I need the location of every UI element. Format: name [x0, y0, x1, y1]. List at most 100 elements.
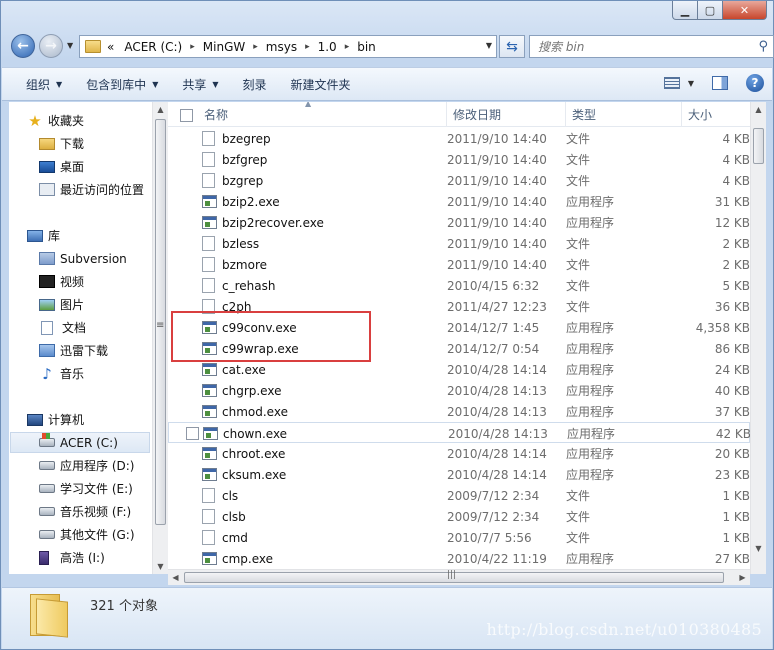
file-row[interactable]: bzegrep 2011/9/10 14:40 文件 4 KB: [168, 128, 750, 149]
file-scroll-thumb[interactable]: [753, 128, 764, 164]
view-options-dropdown[interactable]: ▼: [688, 79, 694, 88]
share-button[interactable]: 共享 ▼: [170, 68, 230, 100]
nav-drive-c[interactable]: ACER (C:): [10, 432, 150, 453]
nav-documents[interactable]: 文档: [39, 317, 86, 338]
select-all-checkbox[interactable]: [180, 109, 193, 122]
search-input[interactable]: [530, 36, 740, 57]
nav-drive-g[interactable]: 其他文件 (G:): [39, 524, 135, 545]
forward-button[interactable]: →: [39, 34, 63, 58]
nav-drive-f[interactable]: 音乐视频 (F:): [39, 501, 131, 522]
nav-label: 音乐: [60, 367, 85, 381]
file-scrollbar[interactable]: ▲ ▼: [750, 102, 766, 574]
nav-label: 高浩 (I:): [60, 551, 105, 565]
search-icon[interactable]: ⚲: [758, 39, 768, 54]
drive-icon: [39, 461, 55, 470]
file-row[interactable]: clsb 2009/7/12 2:34 文件 1 KB: [168, 506, 750, 527]
nav-recent-places[interactable]: 最近访问的位置: [39, 179, 144, 200]
row-checkbox[interactable]: [186, 427, 199, 440]
breadcrumb-mingw[interactable]: MinGW: [203, 40, 245, 54]
file-date-modified: 2010/4/28 14:13: [447, 383, 547, 398]
refresh-button[interactable]: ⇆: [499, 35, 525, 58]
file-name: bzip2recover.exe: [222, 215, 324, 230]
view-details-icon[interactable]: [663, 77, 680, 89]
horizontal-scroll-thumb[interactable]: |||: [184, 570, 724, 583]
nav-music[interactable]: ♪ 音乐: [39, 363, 84, 384]
organize-button[interactable]: 组织 ▼: [2, 68, 74, 100]
column-date-modified[interactable]: 修改日期: [447, 102, 566, 127]
breadcrumb-separator[interactable]: ▸: [190, 42, 195, 52]
burn-button[interactable]: 刻录: [231, 68, 279, 100]
breadcrumb-separator[interactable]: ▸: [305, 42, 310, 52]
file-row[interactable]: cmp.exe 2010/4/22 11:19 应用程序 27 KB: [168, 548, 750, 569]
breadcrumb-1-0[interactable]: 1.0: [318, 40, 337, 54]
nav-libraries[interactable]: 库: [27, 225, 60, 246]
file-size: 4 KB: [722, 152, 750, 167]
nav-favorites[interactable]: ★ 收藏夹: [27, 110, 84, 131]
maximize-button[interactable]: ▢: [698, 1, 723, 20]
file-row[interactable]: chown.exe 2010/4/28 14:13 应用程序 42 KB: [168, 422, 751, 443]
address-bar[interactable]: « ACER (C:) ▸ MinGW ▸ msys ▸ 1.0 ▸ bin ▼: [79, 35, 497, 58]
file-row[interactable]: bzip2recover.exe 2011/9/10 14:40 应用程序 12 KB: [168, 212, 750, 233]
file-row[interactable]: c2ph 2011/4/27 12:23 文件 36 KB: [168, 296, 750, 317]
pane-splitter[interactable]: ▲ ▼ ≡: [152, 102, 168, 574]
recent-pages-dropdown[interactable]: ▼: [67, 41, 73, 50]
splitter-grip[interactable]: ≡: [156, 320, 164, 331]
nav-subversion[interactable]: Subversion: [39, 248, 127, 269]
file-row[interactable]: chmod.exe 2010/4/28 14:13 应用程序 37 KB: [168, 401, 750, 422]
scroll-down-arrow[interactable]: ▼: [153, 559, 168, 574]
column-type[interactable]: 类型: [566, 102, 682, 127]
file-row[interactable]: c_rehash 2010/4/15 6:32 文件 5 KB: [168, 275, 750, 296]
nav-videos[interactable]: 视频: [39, 271, 84, 292]
file-row[interactable]: chroot.exe 2010/4/28 14:14 应用程序 20 KB: [168, 443, 750, 464]
file-row[interactable]: bzfgrep 2011/9/10 14:40 文件 4 KB: [168, 149, 750, 170]
nav-scrollbar[interactable]: ▲ ▼: [152, 102, 168, 574]
breadcrumb-bin[interactable]: bin: [357, 40, 376, 54]
file-row[interactable]: cksum.exe 2010/4/28 14:14 应用程序 23 KB: [168, 464, 750, 485]
scroll-up-arrow[interactable]: ▲: [751, 102, 766, 117]
folder-icon: [39, 137, 55, 150]
close-button[interactable]: ✕: [723, 1, 767, 20]
application-icon: [202, 384, 217, 397]
file-row[interactable]: cls 2009/7/12 2:34 文件 1 KB: [168, 485, 750, 506]
nav-drive-e[interactable]: 学习文件 (E:): [39, 478, 133, 499]
file-row[interactable]: c99wrap.exe 2014/12/7 0:54 应用程序 86 KB: [168, 338, 750, 359]
computer-icon: [27, 413, 43, 426]
file-row[interactable]: bzgrep 2011/9/10 14:40 文件 4 KB: [168, 170, 750, 191]
file-row[interactable]: cat.exe 2010/4/28 14:14 应用程序 24 KB: [168, 359, 750, 380]
scroll-left-arrow[interactable]: ◀: [168, 570, 183, 585]
file-row[interactable]: c99conv.exe 2014/12/7 1:45 应用程序 4,358 KB: [168, 317, 750, 338]
file-icon: [202, 278, 215, 293]
horizontal-scrollbar[interactable]: ◀ ||| ▶: [168, 569, 750, 585]
nav-pictures[interactable]: 图片: [39, 294, 84, 315]
address-dropdown[interactable]: ▼: [486, 41, 492, 50]
include-in-library-button[interactable]: 包含到库中 ▼: [74, 68, 170, 100]
preview-pane-icon[interactable]: [712, 76, 728, 90]
file-type: 应用程序: [566, 405, 615, 419]
back-button[interactable]: ←: [11, 34, 35, 58]
nav-desktop[interactable]: 桌面: [39, 156, 84, 177]
help-icon[interactable]: ?: [746, 74, 764, 92]
scroll-right-arrow[interactable]: ▶: [735, 570, 750, 585]
scroll-down-arrow[interactable]: ▼: [751, 541, 766, 556]
file-row[interactable]: chgrp.exe 2010/4/28 14:13 应用程序 40 KB: [168, 380, 750, 401]
breadcrumb-separator[interactable]: ▸: [253, 42, 258, 52]
music-note-icon: ♪: [42, 364, 52, 383]
breadcrumb-separator[interactable]: ▸: [345, 42, 350, 52]
nav-downloads[interactable]: 下载: [39, 133, 84, 154]
minimize-button[interactable]: ▁: [672, 1, 698, 20]
file-row[interactable]: cmd 2010/7/7 5:56 文件 1 KB: [168, 527, 750, 548]
breadcrumb-msys[interactable]: msys: [266, 40, 297, 54]
file-type: 应用程序: [566, 552, 615, 566]
scroll-up-arrow[interactable]: ▲: [153, 102, 168, 117]
nav-drive-i[interactable]: 高浩 (I:): [39, 547, 105, 568]
nav-xunlei-downloads[interactable]: 迅雷下载: [39, 340, 108, 361]
address-prefix[interactable]: «: [107, 40, 114, 54]
new-folder-button[interactable]: 新建文件夹: [279, 68, 363, 100]
file-row[interactable]: bzip2.exe 2011/9/10 14:40 应用程序 31 KB: [168, 191, 750, 212]
column-name[interactable]: 名称: [196, 102, 447, 127]
breadcrumb-acer-c[interactable]: ACER (C:): [124, 40, 182, 54]
file-row[interactable]: bzmore 2011/9/10 14:40 文件 2 KB: [168, 254, 750, 275]
nav-drive-d[interactable]: 应用程序 (D:): [39, 455, 134, 476]
file-row[interactable]: bzless 2011/9/10 14:40 文件 2 KB: [168, 233, 750, 254]
nav-computer[interactable]: 计算机: [27, 409, 84, 430]
